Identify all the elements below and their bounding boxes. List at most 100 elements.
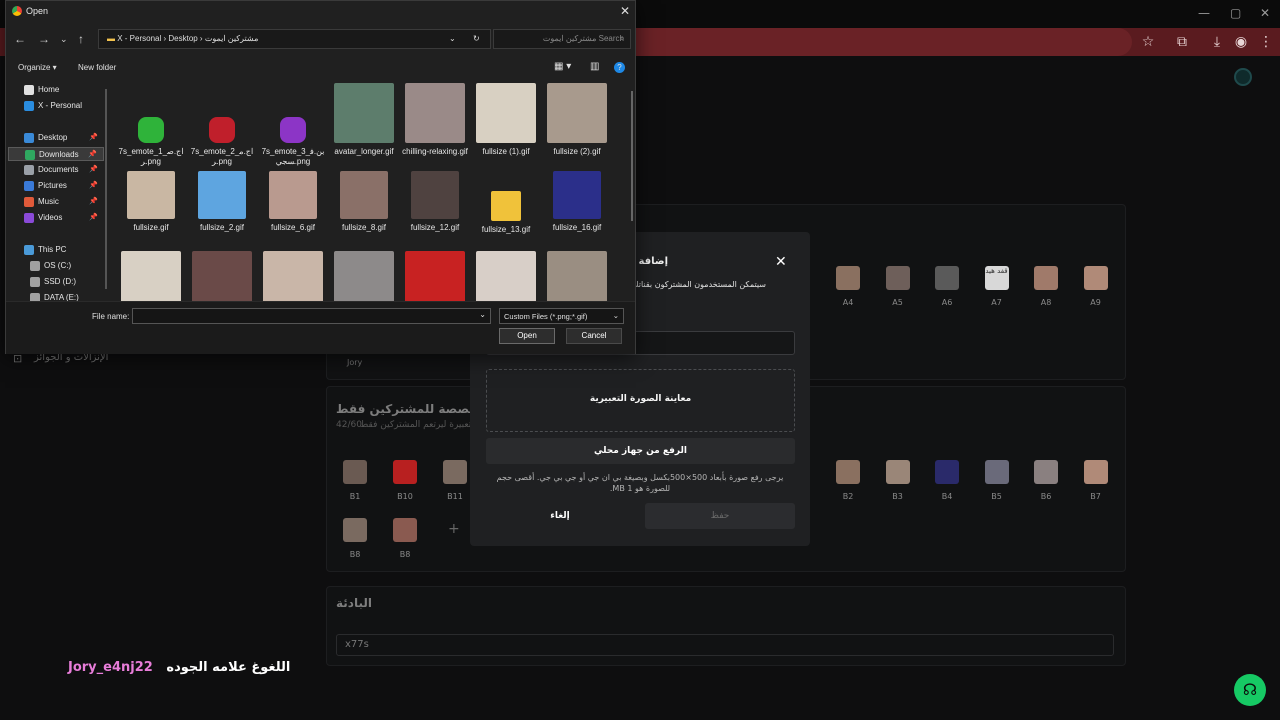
sidebar-item-label: SSD (D:) [44,277,76,286]
file-scrollbar[interactable] [631,91,633,221]
back-icon[interactable]: ← [14,32,26,46]
emote-thumb[interactable] [1083,460,1108,484]
sidebar-item-os-c[interactable]: OS (C:) [8,259,104,273]
pin-icon: 📌 [89,134,98,141]
file-item[interactable]: fullsize.gif [118,167,184,233]
support-chat-button[interactable]: ☊ [1234,674,1266,706]
address-path[interactable]: ▬ X - Personal › Desktop › مشتركين ايموت… [98,29,491,49]
section-counter: 42/60 [336,420,362,430]
file-item[interactable]: chilling-relaxing.gif [402,83,468,157]
file-item[interactable]: avatar_longer.gif [331,83,397,157]
up-icon[interactable]: ↑ [78,32,84,46]
sidebar-item-home[interactable]: Home [8,83,104,97]
emote-thumb[interactable] [393,518,417,542]
file-name: chilling-relaxing.gif [402,147,468,156]
file-item[interactable] [260,251,326,301]
file-item[interactable]: fullsize_13.gif [473,167,539,235]
menu-dots-icon[interactable]: ⋮ [1258,34,1274,50]
file-item[interactable] [402,251,468,301]
file-name: 7s_emote_1_اج.صر.png [118,147,184,166]
emote-thumb[interactable] [343,460,367,484]
emote-thumb[interactable]: قفد هيد [984,266,1009,290]
file-thumbnail [553,171,601,219]
file-item[interactable]: 7s_emote_3_بن.فسجي.png [260,83,326,167]
emote-thumb[interactable] [836,460,860,484]
maximize-icon[interactable]: ▢ [1230,6,1241,20]
view-options-icon[interactable]: ▦ ▾ [554,61,571,72]
file-type-select[interactable]: Custom Files (*.png;*.gif) ⌄ [499,308,624,324]
recent-locations-icon[interactable]: ⌄ [60,34,68,45]
file-name: 7s_emote_3_بن.فسجي.png [261,147,325,166]
preview-pane-icon[interactable]: ▥ [590,61,599,72]
sidebar-item-videos[interactable]: Videos 📌 [8,211,104,225]
emote-thumb[interactable] [393,460,417,484]
bookmark-star-icon[interactable]: ☆ [1140,34,1156,50]
sidebar-item-ssd-d[interactable]: SSD (D:) [8,275,104,289]
open-button[interactable]: Open [499,328,555,344]
file-item[interactable] [331,251,397,301]
emote-label: B2 [842,492,854,501]
emote-thumb[interactable] [935,266,959,290]
search-input[interactable]: Search مشتركين ايموت ⌕ [493,29,631,49]
file-item[interactable]: fullsize (1).gif [473,83,539,157]
profile-avatar[interactable]: ◉ [1233,34,1249,50]
sidebar-item-x-personal[interactable]: X - Personal [8,99,104,113]
close-icon[interactable]: ✕ [775,254,787,270]
modal-cancel-button[interactable]: إلغاء [500,503,620,529]
emote-thumb[interactable] [935,460,959,484]
download-icon[interactable]: ⤓ [1209,34,1225,50]
upload-local-button[interactable]: الرفع من جهاز محلي [486,438,795,464]
file-name: fullsize.gif [133,223,169,232]
sidebar-scrollbar[interactable] [105,89,107,289]
prefix-input[interactable]: x77s [336,634,1114,656]
sidebar-item-music[interactable]: Music 📌 [8,195,104,209]
chevron-down-icon[interactable]: ⌄ [449,34,456,43]
emote-thumb[interactable] [343,518,367,542]
sidebar-item-pictures[interactable]: Pictures 📌 [8,179,104,193]
file-item[interactable]: fullsize_2.gif [189,167,255,233]
sidebar-item-downloads[interactable]: Downloads 📌 [8,147,104,161]
emote-thumb[interactable] [885,266,910,290]
file-item[interactable]: fullsize_12.gif [402,167,468,233]
file-item[interactable]: fullsize_8.gif [331,167,397,233]
file-item[interactable]: 7s_emote_1_اج.صر.png [118,83,184,167]
emote-thumb[interactable] [984,460,1009,484]
file-item[interactable] [189,251,255,301]
emote-label: A6 [941,298,953,307]
chevron-down-icon[interactable]: ⌄ [479,310,486,319]
file-item[interactable]: fullsize_16.gif [544,167,610,233]
close-icon[interactable]: ✕ [620,4,630,18]
modal-save-button[interactable]: حفظ [645,503,795,529]
file-name-input[interactable]: ⌄ [132,308,491,324]
forward-icon[interactable]: → [38,32,50,46]
sidebar-item-desktop[interactable]: Desktop 📌 [8,131,104,145]
file-item[interactable]: fullsize_6.gif [260,167,326,233]
help-icon[interactable]: ? [614,62,625,73]
minimize-icon[interactable]: — [1198,6,1210,20]
file-item[interactable] [118,251,184,301]
close-window-icon[interactable]: ✕ [1260,6,1270,20]
organize-button[interactable]: Organize ▾ [18,63,57,72]
address-bar[interactable] [632,28,1132,56]
extensions-icon[interactable]: ⧉ [1174,34,1190,50]
home-icon [24,85,34,95]
file-item[interactable]: fullsize (2).gif [544,83,610,157]
emote-thumb[interactable] [885,460,910,484]
sidebar-item-label: Pictures [38,181,67,190]
emote-thumb[interactable] [836,266,860,290]
file-item[interactable]: 7s_emote_2_اج.مر.png [189,83,255,167]
sidebar-item-documents[interactable]: Documents 📌 [8,163,104,177]
emote-thumb[interactable] [443,460,467,484]
emote-thumb[interactable] [1034,460,1058,484]
sidebar-item-this-pc[interactable]: This PC [8,243,104,257]
file-item[interactable] [544,251,610,301]
add-emote-button[interactable]: + [448,521,460,537]
cancel-button[interactable]: Cancel [566,328,622,344]
refresh-icon[interactable]: ↻ [473,34,480,43]
new-folder-button[interactable]: New folder [78,63,116,72]
file-item[interactable] [473,251,539,301]
emote-thumb[interactable] [1034,266,1058,290]
path-text: X - Personal › Desktop › مشتركين ايموت [117,34,259,43]
avatar[interactable] [1234,68,1252,86]
emote-thumb[interactable] [1083,266,1108,290]
